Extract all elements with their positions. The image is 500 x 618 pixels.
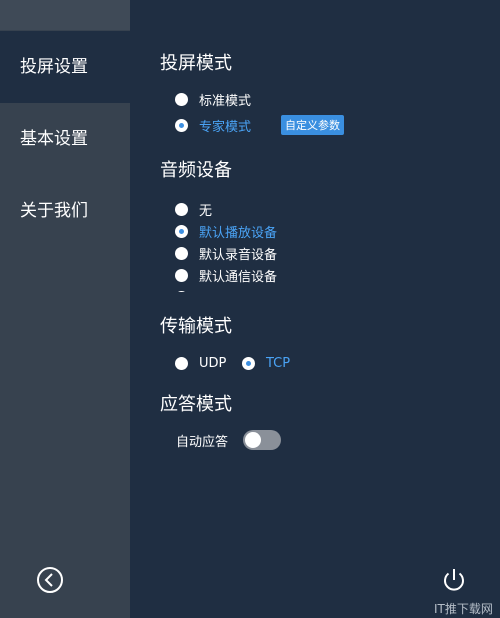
radio-label: UDP: [199, 355, 227, 371]
radio-icon: [175, 356, 188, 370]
radio-label: TCP: [266, 355, 291, 371]
transfer-mode-title: 传输模式: [160, 316, 232, 337]
power-button[interactable]: [440, 566, 468, 594]
radio-icon: [175, 202, 188, 216]
radio-checked-icon: [242, 356, 255, 370]
radio-label: 默认录音设备: [199, 247, 278, 263]
sidebar-top-strip: [0, 0, 130, 30]
radio-audio-playback[interactable]: 默认播放设备: [175, 222, 278, 241]
main-panel: 投屏模式 标准模式 专家模式 自定义参数 音频设备 无 默认播放设备 默认录音设…: [130, 0, 500, 618]
radio-udp[interactable]: UDP: [175, 354, 226, 372]
radio-audio-partial: [175, 288, 199, 292]
toggle-knob: [245, 432, 262, 448]
auto-answer-label: 自动应答: [176, 434, 229, 450]
radio-label: 专家模式: [199, 119, 252, 135]
sidebar-item-basic-settings[interactable]: 基本设置: [0, 103, 130, 175]
answer-mode-title: 应答模式: [160, 394, 232, 415]
radio-icon: [175, 268, 188, 282]
radio-checked-icon: [175, 118, 188, 132]
radio-expert-mode[interactable]: 专家模式 自定义参数: [175, 115, 345, 135]
radio-icon: [175, 246, 188, 260]
radio-label: 标准模式: [199, 93, 252, 109]
radio-audio-record[interactable]: 默认录音设备: [175, 244, 278, 263]
radio-checked-icon: [175, 224, 188, 238]
cast-mode-title: 投屏模式: [160, 53, 232, 74]
radio-label: 无: [199, 203, 213, 219]
custom-params-button[interactable]: 自定义参数: [281, 115, 345, 135]
power-icon: [444, 569, 464, 591]
audio-device-title: 音频设备: [160, 160, 232, 181]
radio-audio-none[interactable]: 无: [175, 200, 213, 219]
chevron-left-icon: [44, 573, 53, 587]
auto-answer-toggle[interactable]: [243, 430, 282, 450]
radio-label: 默认通信设备: [199, 269, 278, 285]
sidebar-item-about-us[interactable]: 关于我们: [0, 175, 130, 247]
radio-icon: [175, 290, 188, 292]
watermark: IT推下载网: [434, 602, 493, 616]
back-button[interactable]: [37, 567, 63, 593]
audio-device-list[interactable]: 无 默认播放设备 默认录音设备 默认通信设备: [160, 196, 460, 292]
radio-audio-communication[interactable]: 默认通信设备: [175, 266, 278, 285]
radio-tcp[interactable]: TCP: [242, 354, 290, 372]
sidebar-item-cast-settings[interactable]: 投屏设置: [0, 31, 130, 103]
radio-standard-mode[interactable]: 标准模式: [175, 90, 252, 109]
auto-answer-row: 自动应答: [176, 430, 282, 450]
sidebar: 投屏设置 基本设置 关于我们: [0, 0, 130, 618]
radio-icon: [175, 92, 188, 106]
radio-label: 默认播放设备: [199, 225, 278, 241]
